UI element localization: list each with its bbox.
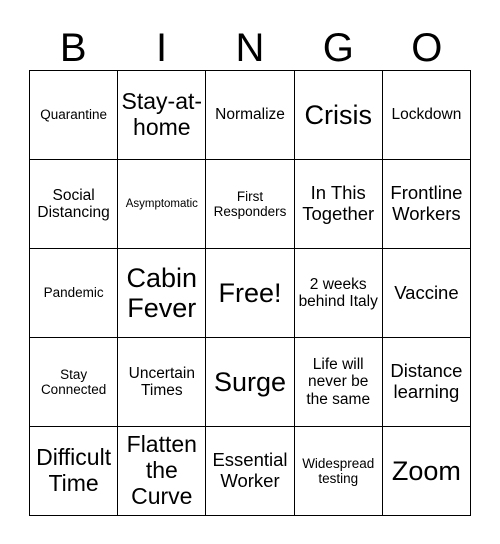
- header-letter-g: G: [322, 26, 354, 70]
- bingo-cell-label: Pandemic: [43, 285, 104, 301]
- bingo-cell[interactable]: Crisis: [294, 71, 383, 160]
- bingo-cell[interactable]: Essential Worker: [206, 427, 295, 516]
- bingo-cell[interactable]: Asymptomatic: [118, 160, 207, 249]
- bingo-cell[interactable]: Normalize: [206, 71, 295, 160]
- bingo-row: Stay Connected Uncertain Times Surge Lif…: [30, 338, 472, 427]
- bingo-cell[interactable]: Stay-at-home: [118, 71, 207, 160]
- bingo-row: Difficult Time Flatten the Curve Essenti…: [30, 427, 472, 516]
- bingo-cell[interactable]: Life will never be the same: [294, 338, 383, 427]
- bingo-cell[interactable]: Flatten the Curve: [118, 427, 207, 516]
- bingo-cell-label: Life will never be the same: [306, 355, 371, 408]
- bingo-cell-label: Social Distancing: [37, 186, 110, 221]
- bingo-cell[interactable]: Pandemic: [30, 249, 119, 338]
- bingo-cell-label: Vaccine: [394, 281, 459, 303]
- bingo-cell-label: Essential Worker: [212, 449, 288, 491]
- bingo-header: B I N G O: [29, 14, 471, 70]
- bingo-row: Pandemic Cabin Fever Free! 2 weeks behin…: [30, 249, 472, 338]
- bingo-cell[interactable]: Stay Connected: [30, 338, 119, 427]
- bingo-cell-label: Cabin Fever: [126, 262, 198, 323]
- bingo-cell[interactable]: Lockdown: [382, 71, 472, 160]
- bingo-cell-label: In This Together: [302, 182, 375, 224]
- bingo-card: B I N G O Quarantine Stay-at-home Normal…: [29, 14, 472, 516]
- header-letter-i: I: [156, 26, 168, 70]
- bingo-cell-label: Zoom: [391, 455, 461, 486]
- bingo-cell[interactable]: Frontline Workers: [382, 160, 472, 249]
- bingo-cell-label: Surge: [213, 366, 287, 397]
- bingo-cell-label: Crisis: [304, 99, 372, 130]
- bingo-grid: Quarantine Stay-at-home Normalize Crisis…: [29, 70, 472, 516]
- bingo-cell[interactable]: Widespread testing: [294, 427, 383, 516]
- bingo-cell[interactable]: Social Distancing: [30, 160, 119, 249]
- bingo-row: Social Distancing Asymptomatic First Res…: [30, 160, 472, 249]
- bingo-cell[interactable]: In This Together: [294, 160, 383, 249]
- bingo-cell[interactable]: Distance learning: [382, 338, 472, 427]
- bingo-cell[interactable]: Surge: [206, 338, 295, 427]
- bingo-cell-label: 2 weeks behind Italy: [298, 275, 378, 310]
- bingo-cell[interactable]: 2 weeks behind Italy: [294, 249, 383, 338]
- bingo-cell-label: Flatten the Curve: [126, 431, 197, 509]
- bingo-cell-label: Free!: [218, 277, 282, 308]
- bingo-cell-free[interactable]: Free!: [206, 249, 295, 338]
- header-letter-b: B: [59, 26, 87, 70]
- bingo-cell-label: Lockdown: [391, 106, 462, 124]
- bingo-cell[interactable]: Cabin Fever: [118, 249, 207, 338]
- bingo-cell-label: Uncertain Times: [128, 364, 195, 399]
- bingo-cell-label: Stay Connected: [40, 366, 107, 397]
- bingo-cell[interactable]: Zoom: [382, 427, 472, 516]
- bingo-cell-label: Distance learning: [390, 360, 463, 402]
- header-letter-n: N: [235, 26, 265, 70]
- bingo-cell[interactable]: Vaccine: [382, 249, 472, 338]
- bingo-cell[interactable]: Difficult Time: [30, 427, 119, 516]
- bingo-cell-label: Widespread testing: [302, 455, 375, 486]
- bingo-cell[interactable]: First Responders: [206, 160, 295, 249]
- bingo-cell[interactable]: Uncertain Times: [118, 338, 207, 427]
- bingo-cell-label: Quarantine: [40, 107, 107, 123]
- bingo-cell-label: Asymptomatic: [125, 197, 198, 210]
- bingo-cell-label: Normalize: [215, 106, 285, 124]
- header-letter-o: O: [411, 26, 443, 70]
- bingo-cell-label: Difficult Time: [36, 444, 112, 496]
- bingo-cell-label: Stay-at-home: [121, 88, 203, 140]
- bingo-cell-label: First Responders: [213, 188, 287, 219]
- bingo-cell[interactable]: Quarantine: [30, 71, 119, 160]
- bingo-row: Quarantine Stay-at-home Normalize Crisis…: [30, 71, 472, 160]
- bingo-cell-label: Frontline Workers: [390, 182, 463, 224]
